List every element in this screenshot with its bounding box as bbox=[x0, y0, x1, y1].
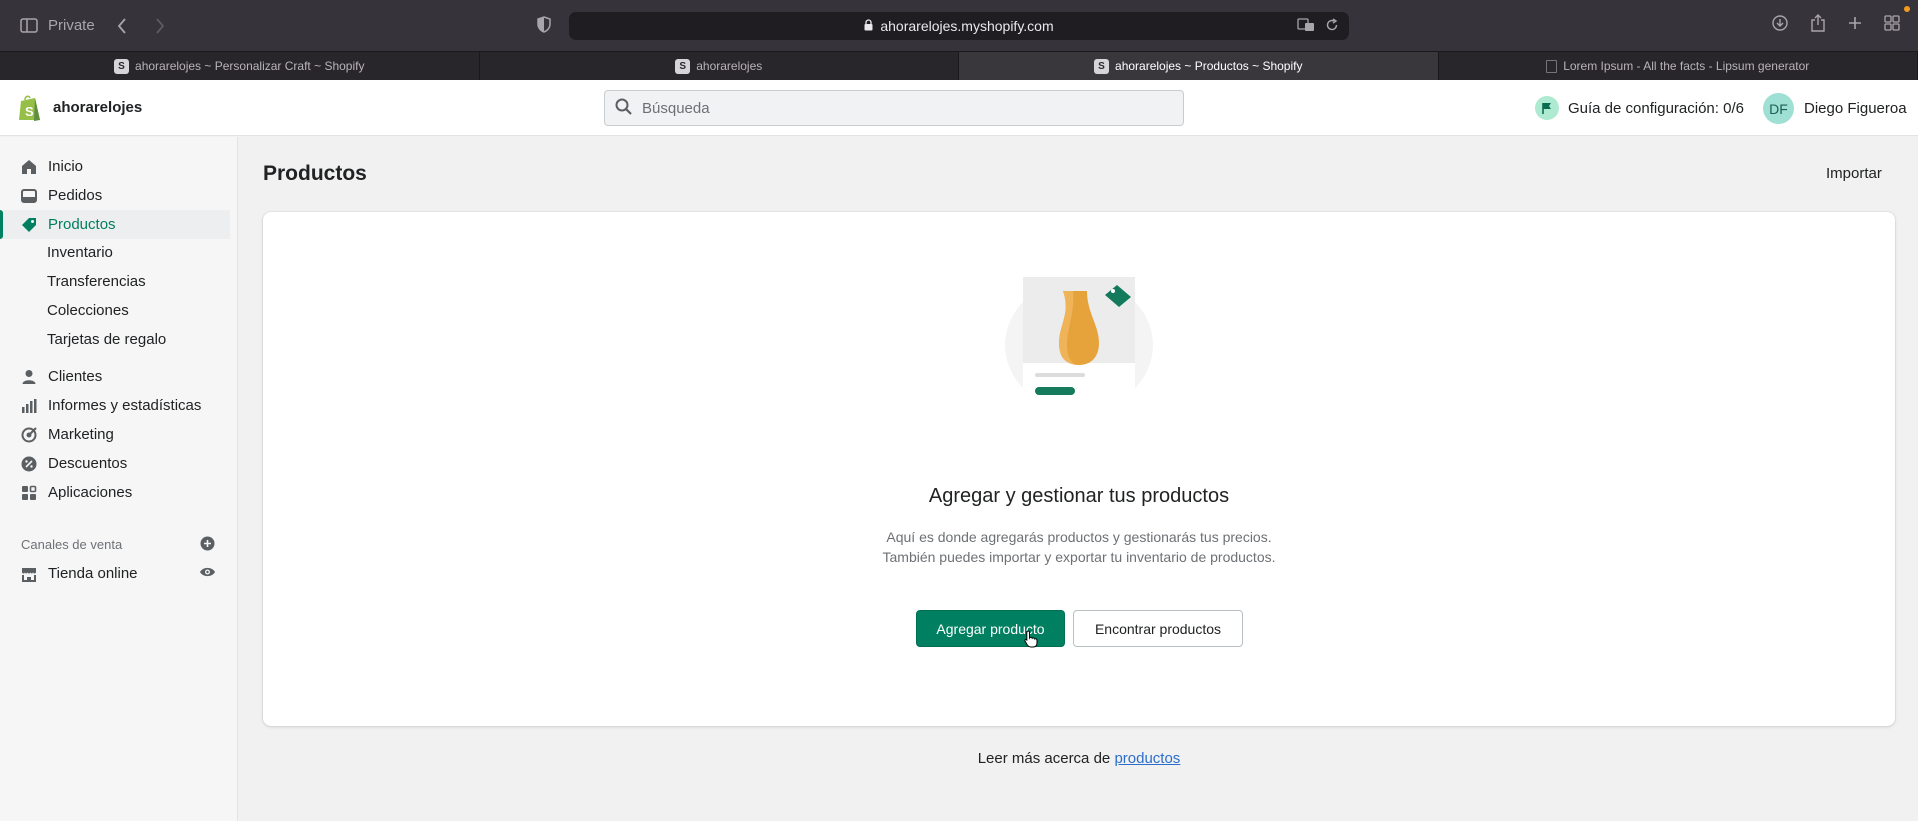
sidebar-item-descuentos[interactable]: Descuentos bbox=[0, 449, 230, 478]
orders-icon bbox=[20, 187, 38, 205]
empty-state-description: Aquí es donde agregarás productos y gest… bbox=[882, 529, 1276, 565]
eye-icon[interactable] bbox=[199, 565, 216, 583]
tab-label: ahorarelojes ~ Personalizar Craft ~ Shop… bbox=[135, 59, 365, 73]
learn-more-link[interactable]: productos bbox=[1114, 750, 1180, 767]
empty-state-card: Agregar y gestionar tus productos Aquí e… bbox=[263, 212, 1895, 726]
sidebar-item-label: Aplicaciones bbox=[48, 484, 133, 501]
analytics-icon bbox=[20, 397, 38, 415]
add-product-button[interactable]: Agregar producto bbox=[916, 610, 1065, 647]
shopify-favicon-icon: S bbox=[114, 58, 130, 74]
find-products-button[interactable]: Encontrar productos bbox=[1073, 610, 1243, 647]
learn-more: Leer más acerca de productos bbox=[263, 750, 1895, 767]
sales-channels-heading: Canales de venta bbox=[21, 537, 123, 552]
shopify-logo-icon[interactable]: S bbox=[17, 94, 43, 122]
user-menu[interactable]: DF Diego Figueroa bbox=[1763, 93, 1907, 124]
sidebar-item-label: Informes y estadísticas bbox=[48, 397, 202, 414]
page-title: Productos bbox=[263, 162, 367, 185]
browser-tab-active[interactable]: S ahorarelojes ~ Productos ~ Shopify bbox=[959, 52, 1439, 80]
learn-more-text: Leer más acerca de bbox=[977, 750, 1111, 767]
sidebar-item-aplicaciones[interactable]: Aplicaciones bbox=[0, 478, 230, 507]
tab-label: Lorem Ipsum - All the facts - Lipsum gen… bbox=[1563, 59, 1810, 73]
shopify-favicon-icon: S bbox=[1094, 58, 1110, 74]
apps-icon bbox=[20, 484, 38, 502]
store-icon bbox=[20, 565, 38, 583]
forward-icon[interactable] bbox=[155, 17, 165, 34]
add-channel-icon[interactable] bbox=[200, 536, 215, 556]
tab-overview-icon[interactable] bbox=[1884, 15, 1900, 36]
home-icon bbox=[20, 158, 38, 176]
search-placeholder: Búsqueda bbox=[642, 99, 710, 117]
browser-toolbar: Private ahorarelojes.myshopify.com bbox=[0, 0, 1918, 51]
sidebar-subitem-tarjetas-de-regalo[interactable]: Tarjetas de regalo bbox=[47, 331, 166, 348]
sidebar-subitem-inventario[interactable]: Inventario bbox=[47, 244, 113, 261]
sidebar-item-pedidos[interactable]: Pedidos bbox=[0, 181, 230, 210]
sidebar-toggle-icon[interactable] bbox=[20, 18, 38, 33]
tab-label: ahorarelojes bbox=[696, 59, 763, 73]
avatar: DF bbox=[1763, 93, 1794, 124]
sidebar-subitem-transferencias[interactable]: Transferencias bbox=[47, 273, 146, 290]
back-icon[interactable] bbox=[117, 17, 127, 34]
marketing-icon bbox=[20, 426, 38, 444]
setup-guide-button[interactable]: Guía de configuración: 0/6 bbox=[1535, 96, 1744, 120]
shopify-favicon-icon: S bbox=[675, 58, 691, 74]
setup-guide-label: Guía de configuración: 0/6 bbox=[1568, 99, 1744, 117]
new-tab-icon[interactable] bbox=[1848, 16, 1862, 35]
sidebar-item-marketing[interactable]: Marketing bbox=[0, 420, 230, 449]
svg-text:S: S bbox=[25, 104, 34, 119]
privacy-shield-icon[interactable] bbox=[537, 16, 551, 38]
user-name: Diego Figueroa bbox=[1804, 100, 1907, 117]
sidebar-subitem-colecciones[interactable]: Colecciones bbox=[47, 302, 129, 319]
sidebar-item-inicio[interactable]: Inicio bbox=[0, 152, 230, 181]
tab-label: ahorarelojes ~ Productos ~ Shopify bbox=[1115, 59, 1303, 73]
empty-state-heading: Agregar y gestionar tus productos bbox=[928, 485, 1230, 507]
sidebar-item-tienda-online[interactable]: Tienda online bbox=[0, 559, 230, 588]
document-favicon-icon bbox=[1546, 59, 1558, 73]
sidebar-item-label: Clientes bbox=[48, 368, 103, 385]
flag-icon bbox=[1535, 96, 1559, 120]
browser-tab-bar: S ahorarelojes ~ Personalizar Craft ~ Sh… bbox=[0, 51, 1918, 80]
browser-tab[interactable]: Lorem Ipsum - All the facts - Lipsum gen… bbox=[1439, 52, 1918, 80]
share-icon[interactable] bbox=[1810, 14, 1826, 37]
browser-tab[interactable]: S ahorarelojes ~ Personalizar Craft ~ Sh… bbox=[0, 52, 480, 80]
tag-icon bbox=[20, 216, 38, 234]
sidebar-item-label: Productos bbox=[48, 216, 116, 233]
private-mode-label: Private bbox=[48, 17, 95, 34]
sidebar-item-productos[interactable]: Productos bbox=[0, 210, 230, 239]
search-icon bbox=[615, 98, 632, 119]
browser-tab[interactable]: S ahorarelojes bbox=[480, 52, 959, 80]
sidebar-item-informes[interactable]: Informes y estadísticas bbox=[0, 391, 230, 420]
download-icon[interactable] bbox=[1772, 15, 1788, 36]
pointer-cursor-icon bbox=[1024, 630, 1038, 653]
sidebar-item-label: Marketing bbox=[48, 426, 114, 443]
sidebar-item-label: Descuentos bbox=[48, 455, 128, 472]
url-text: ahorarelojes.myshopify.com bbox=[880, 18, 1054, 34]
browser-toolbar-right bbox=[1772, 0, 1900, 51]
browser-toolbar-left: Private bbox=[20, 0, 165, 51]
address-bar[interactable]: ahorarelojes.myshopify.com bbox=[569, 12, 1349, 40]
translate-icon[interactable] bbox=[1297, 18, 1315, 35]
admin-top-bar: S ahorarelojes Búsqueda Guía de configur… bbox=[0, 80, 1918, 136]
customer-icon bbox=[20, 368, 38, 386]
import-button[interactable]: Importar bbox=[1826, 165, 1882, 182]
product-illustration bbox=[1003, 267, 1155, 412]
sidebar-item-clientes[interactable]: Clientes bbox=[0, 362, 230, 391]
sidebar-item-label: Pedidos bbox=[48, 187, 103, 204]
search-input[interactable]: Búsqueda bbox=[604, 90, 1184, 126]
sidebar-item-label: Tienda online bbox=[48, 565, 138, 582]
notification-dot bbox=[1904, 6, 1910, 12]
admin-sidebar: Inicio Pedidos Productos Inventario Tran… bbox=[0, 137, 238, 821]
lock-icon bbox=[864, 18, 873, 34]
discount-icon bbox=[20, 455, 38, 473]
store-name[interactable]: ahorarelojes bbox=[53, 99, 142, 116]
sidebar-item-label: Inicio bbox=[48, 158, 84, 175]
reload-icon[interactable] bbox=[1325, 18, 1339, 35]
